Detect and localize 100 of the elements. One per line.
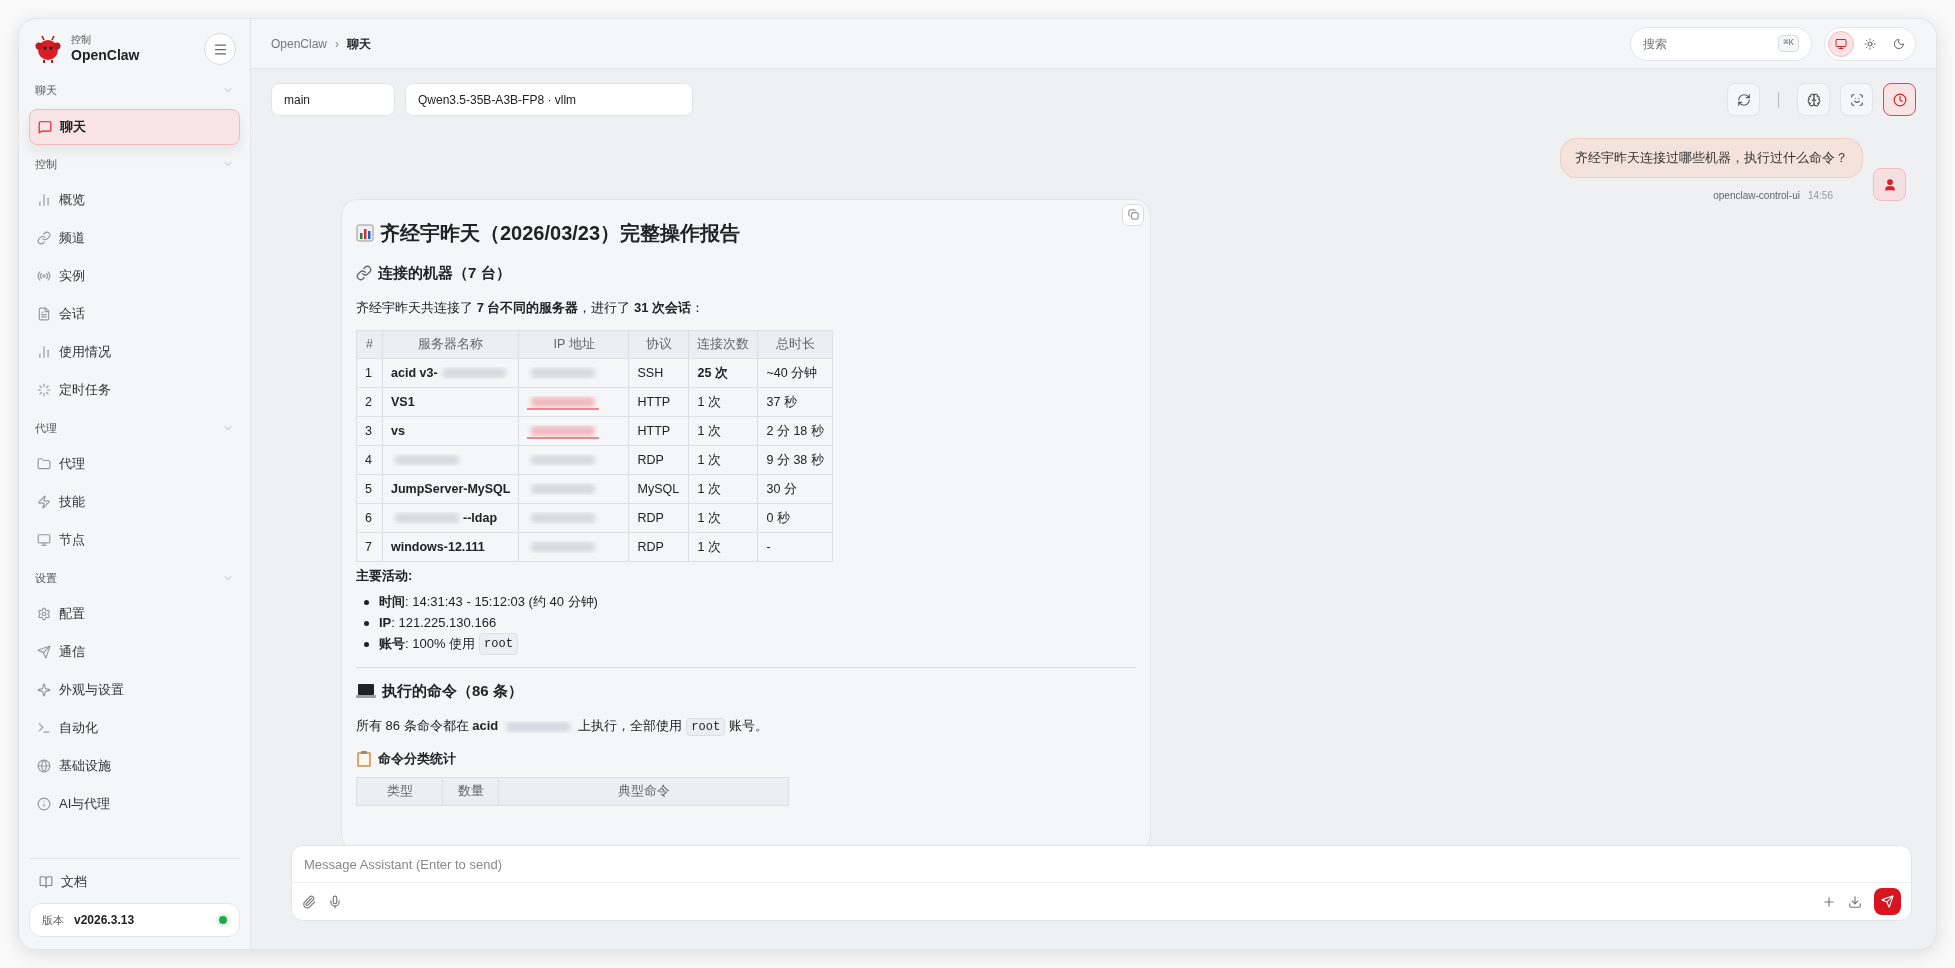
sidebar-item[interactable]: 通信	[29, 633, 240, 671]
table-cell: 1	[356, 358, 383, 388]
sidebar-item[interactable]: 频道	[29, 219, 240, 257]
link-icon	[356, 264, 372, 281]
sidebar-item[interactable]: 技能	[29, 483, 240, 521]
sidebar-item[interactable]: 定时任务	[29, 371, 240, 409]
table-cell: 1 次	[689, 474, 758, 504]
report-text: 时间: 14:31:43 - 15:12:03 (约 40 分钟)	[379, 593, 598, 612]
sidebar-item[interactable]: 聊天	[29, 109, 240, 145]
breadcrumb-current: 聊天	[347, 35, 372, 53]
microphone-icon	[328, 894, 342, 909]
sidebar-item[interactable]: 外观与设置	[29, 671, 240, 709]
download-button[interactable]	[1848, 894, 1862, 909]
table-cell: 9 分 38 秒	[758, 445, 833, 475]
link-icon	[37, 231, 51, 245]
column-header: #	[356, 330, 383, 359]
microphone-button[interactable]	[328, 894, 342, 909]
clock-icon	[1892, 92, 1907, 107]
info-icon	[37, 797, 51, 811]
logo-icon	[33, 34, 63, 64]
sidebar-item[interactable]: 使用情况	[29, 333, 240, 371]
focus-icon	[1849, 92, 1864, 107]
lightning-icon	[37, 495, 51, 509]
table-cell: 37 秒	[758, 387, 833, 417]
table-cell: HTTP	[629, 416, 689, 446]
table-cell: 1 次	[689, 387, 758, 417]
monitor-icon	[1835, 37, 1847, 50]
report-text: 账号: 100% 使用	[379, 635, 476, 654]
table-cell: VS1	[382, 387, 519, 417]
copy-icon	[1127, 209, 1139, 220]
bullet-icon	[364, 599, 369, 605]
radio-icon	[37, 269, 51, 283]
column-header: 连接次数	[689, 330, 758, 359]
sidebar-item[interactable]: 配置	[29, 595, 240, 633]
table-cell: windows-12.111	[382, 532, 519, 562]
inline-code: root	[479, 633, 518, 655]
sidebar-item[interactable]: 自动化	[29, 709, 240, 747]
document-icon	[37, 307, 51, 321]
sidebar-item[interactable]: 节点	[29, 521, 240, 559]
sidebar-item[interactable]: 概览	[29, 181, 240, 219]
attach-button[interactable]	[302, 894, 316, 909]
add-button[interactable]	[1822, 894, 1836, 909]
copy-button[interactable]	[1122, 203, 1144, 226]
model-select[interactable]: Qwen3.5-35B-A3B-FP8 · vllm	[405, 83, 693, 116]
report-title: 齐经宇昨天（2026/03/23）完整操作报告	[380, 220, 741, 246]
column-header: 协议	[629, 330, 689, 359]
theme-option[interactable]	[1828, 30, 1854, 57]
table-cell: 5	[356, 474, 383, 504]
sidebar-item[interactable]: 实例	[29, 257, 240, 295]
table-cell: 3	[356, 416, 383, 446]
sidebar-item[interactable]: 基础设施	[29, 747, 240, 785]
sparkle-icon	[37, 683, 51, 697]
monitor-icon	[37, 533, 51, 547]
moon-icon	[1893, 37, 1905, 50]
terminal-icon	[37, 721, 51, 735]
message-composer[interactable]: Message Assistant (Enter to send)	[291, 845, 1912, 921]
send-button[interactable]	[1874, 888, 1901, 915]
table-cell: 2 分 18 秒	[758, 416, 833, 446]
section-header: 控制	[35, 156, 57, 172]
session-select[interactable]: main	[271, 83, 395, 116]
spinner-icon	[37, 383, 51, 397]
column-header: 类型	[356, 777, 443, 805]
section-heading: 连接的机器（7 台）	[378, 262, 511, 283]
subsection-heading: 命令分类统计	[378, 750, 456, 768]
chat-icon	[38, 120, 52, 134]
paperclip-icon	[302, 894, 316, 909]
bar-chart-icon	[37, 345, 51, 359]
table-cell: MySQL	[629, 474, 689, 504]
section-header: 聊天	[35, 82, 57, 98]
docs-link[interactable]: 文档	[29, 865, 97, 899]
table-cell: 1 次	[689, 532, 758, 562]
report-text: IP: 121.225.130.166	[379, 614, 497, 633]
bullet-icon	[364, 641, 369, 647]
toolbar-button[interactable]	[1883, 83, 1916, 116]
table-cell: 1 次	[689, 416, 758, 446]
table-cell: 0 秒	[758, 503, 833, 533]
breadcrumb-separator: ›	[335, 35, 340, 53]
table-cell: -	[758, 532, 833, 562]
column-header: 典型命令	[498, 777, 789, 805]
sun-icon	[1864, 37, 1876, 50]
send-icon	[37, 645, 51, 659]
app-name: OpenClaw	[71, 46, 140, 64]
menu-button[interactable]	[204, 33, 236, 65]
sidebar-item[interactable]: 代理	[29, 445, 240, 483]
table-cell: RDP	[629, 503, 689, 533]
table-cell: 2	[356, 387, 383, 417]
clipboard-icon	[356, 749, 372, 768]
table-cell: 1 次	[689, 445, 758, 475]
search-field[interactable]: 搜索 ⌘K	[1630, 26, 1812, 61]
sidebar-item[interactable]: 会话	[29, 295, 240, 333]
table-cell: 4	[356, 445, 383, 475]
search-input[interactable]: 搜索	[1643, 34, 1779, 53]
table-cell: 7	[356, 532, 383, 562]
breadcrumb-link[interactable]: OpenClaw	[271, 34, 328, 53]
version-label: 版本	[42, 912, 64, 928]
sidebar-item[interactable]: AI与代理	[29, 785, 240, 823]
bullet-icon	[364, 620, 369, 626]
table-cell: ~40 分钟	[758, 358, 833, 388]
bar-chart-icon	[37, 193, 51, 207]
table-cell: 1 次	[689, 503, 758, 533]
